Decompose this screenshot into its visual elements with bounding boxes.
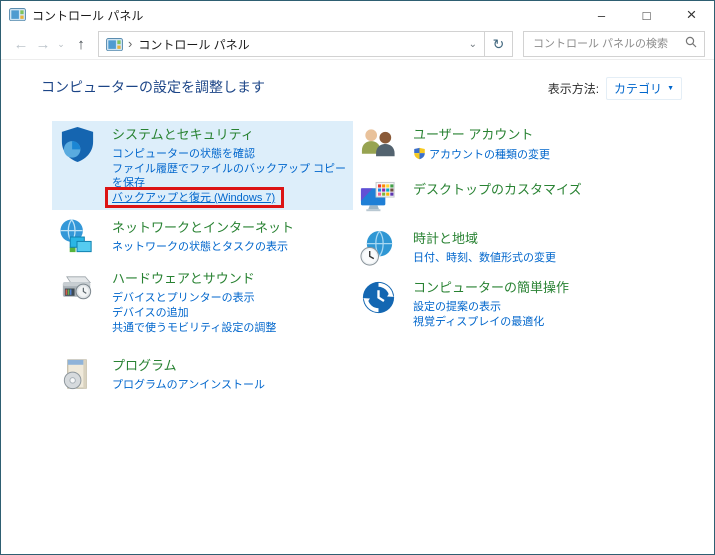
desktop-customize-icon [359, 180, 398, 219]
chevron-down-icon: ⌄ [468, 38, 477, 50]
category-title-appearance-personalization[interactable]: デスクトップのカスタマイズ [413, 181, 582, 198]
network-globe-icon [58, 218, 97, 257]
task-link[interactable]: ネットワークの状態とタスクの表示 [112, 240, 288, 254]
task-link[interactable]: ファイル履歴でファイルのバックアップ コピーを保存 [112, 162, 347, 190]
task-links: 日付、時刻、数値形式の変更 [413, 251, 556, 265]
up-button[interactable]: ↑ [68, 37, 94, 52]
minimize-icon: – [597, 7, 606, 23]
users-icon [359, 125, 398, 164]
address-dropdown-button[interactable]: ⌄ [469, 39, 477, 50]
search-icon [685, 35, 697, 53]
category-title-clock-region[interactable]: 時計と地域 [413, 230, 556, 247]
category-title-hardware-sound[interactable]: ハードウェアとサウンド [112, 270, 276, 287]
category-appearance-personalization: デスクトップのカスタマイズ [353, 176, 654, 223]
task-link[interactable]: アカウントの種類の変更 [413, 147, 550, 162]
category-user-accounts: ユーザー アカウント アカウントの種類の変更 [353, 121, 654, 168]
refresh-button[interactable]: ↻ [484, 31, 513, 57]
close-button[interactable]: × [669, 1, 714, 29]
forward-button[interactable]: → [32, 37, 54, 52]
navigation-bar: ← → ⌄ ↑ › コントロール パネル ⌄ ↻ [1, 29, 714, 60]
uac-shield-icon [414, 147, 425, 160]
security-shield-icon [58, 125, 97, 164]
right-column: ユーザー アカウント アカウントの種類の変更デスクトップのカスタマイズ 時計と地域日… [353, 121, 654, 401]
task-link[interactable]: 日付、時刻、数値形式の変更 [413, 251, 556, 265]
printer-icon [58, 269, 97, 308]
refresh-icon: ↻ [492, 35, 505, 52]
task-links: 設定の提案の表示 視覚ディスプレイの最適化 [413, 300, 569, 329]
breadcrumb-control-panel[interactable]: コントロール パネル [138, 36, 249, 53]
task-link[interactable]: プログラムのアンインストール [112, 378, 265, 392]
task-links: ネットワークの状態とタスクの表示 [112, 240, 294, 254]
category-title-user-accounts[interactable]: ユーザー アカウント [413, 126, 550, 143]
category-columns: システムとセキュリティ コンピューターの状態を確認 ファイル履歴でファイルのバックア… [52, 121, 700, 401]
address-bar[interactable]: › コントロール パネル ⌄ [98, 31, 485, 57]
left-column: システムとセキュリティ コンピューターの状態を確認 ファイル履歴でファイルのバックア… [52, 121, 353, 401]
category-title-programs[interactable]: プログラム [112, 357, 265, 374]
program-box-icon [58, 356, 97, 395]
dropdown-arrow-icon: ▼ [667, 85, 674, 92]
recent-pages-button[interactable]: ⌄ [54, 39, 68, 50]
page-title: コンピューターの設定を調整します [41, 79, 265, 95]
task-link-annotated[interactable]: バックアップと復元 (Windows 7) [104, 187, 285, 208]
back-button[interactable]: ← [10, 37, 32, 52]
view-by: 表示方法: カテゴリ ▼ [548, 77, 682, 100]
maximize-icon: □ [642, 7, 651, 23]
task-links: アカウントの種類の変更 [413, 147, 550, 162]
control-panel-icon [106, 37, 123, 51]
close-icon: × [686, 5, 697, 24]
task-links: デバイスとプリンターの表示 デバイスの追加 共通で使うモビリティ設定の調整 [112, 291, 276, 335]
task-link[interactable]: 共通で使うモビリティ設定の調整 [112, 321, 276, 335]
category-programs: プログラムプログラムのアンインストール [52, 352, 353, 399]
task-link[interactable]: コンピューターの状態を確認 [112, 147, 255, 161]
view-by-label: 表示方法: [547, 82, 600, 96]
minimize-button[interactable]: – [579, 1, 624, 29]
category-system-security: システムとセキュリティ コンピューターの状態を確認 ファイル履歴でファイルのバックア… [52, 121, 353, 210]
view-by-dropdown[interactable]: カテゴリ ▼ [606, 77, 682, 100]
title-bar: コントロール パネル – □ × [1, 1, 714, 29]
back-icon: ← [13, 35, 29, 53]
control-panel-icon [9, 8, 26, 22]
window-title: コントロール パネル [32, 8, 144, 23]
category-network-internet: ネットワークとインターネット ネットワークの状態とタスクの表示 [52, 214, 353, 261]
view-by-value: カテゴリ [614, 82, 663, 96]
window-controls: – □ × [579, 1, 714, 29]
task-links: プログラムのアンインストール [112, 378, 265, 392]
ease-of-access-icon [359, 278, 398, 317]
content-area: コンピューターの設定を調整します 表示方法: カテゴリ ▼ システムとセキュリテ… [1, 60, 714, 401]
maximize-button[interactable]: □ [624, 1, 669, 29]
breadcrumb-separator-icon: › [128, 35, 133, 51]
chevron-down-icon: ⌄ [57, 38, 65, 49]
task-link[interactable]: 設定の提案の表示 [413, 300, 501, 314]
category-hardware-sound: ハードウェアとサウンド デバイスとプリンターの表示 デバイスの追加 共通で使うモビリテ… [52, 265, 353, 340]
content-header: コンピューターの設定を調整します 表示方法: カテゴリ ▼ [41, 77, 700, 100]
clock-globe-icon [359, 229, 398, 268]
task-link[interactable]: デバイスとプリンターの表示 [112, 291, 255, 305]
search-input[interactable] [531, 37, 681, 51]
task-links: コンピューターの状態を確認 ファイル履歴でファイルのバックアップ コピーを保存 バッ… [104, 147, 347, 208]
task-link[interactable]: 視覚ディスプレイの最適化 [413, 315, 544, 329]
up-icon: ↑ [77, 35, 85, 53]
category-title-network-internet[interactable]: ネットワークとインターネット [112, 219, 294, 236]
category-title-system-security[interactable]: システムとセキュリティ [112, 126, 347, 143]
search-box[interactable] [523, 31, 705, 57]
task-link[interactable]: デバイスの追加 [112, 306, 189, 320]
category-clock-region: 時計と地域日付、時刻、数値形式の変更 [353, 225, 654, 272]
category-title-ease-of-access[interactable]: コンピューターの簡単操作 [413, 279, 569, 296]
forward-icon: → [35, 35, 51, 53]
category-ease-of-access: コンピューターの簡単操作 設定の提案の表示 視覚ディスプレイの最適化 [353, 274, 654, 334]
